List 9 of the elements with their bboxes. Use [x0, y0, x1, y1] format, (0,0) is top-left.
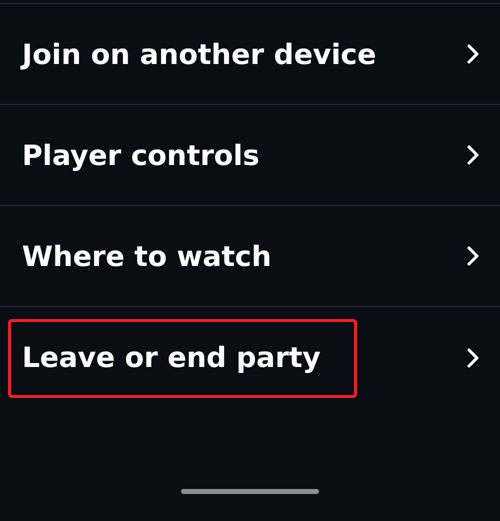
chevron-right-icon: [466, 245, 480, 267]
chevron-right-icon: [466, 43, 480, 65]
menu-item[interactable]: Join on another device: [0, 4, 500, 105]
menu-item[interactable]: Player controls: [0, 105, 500, 206]
chevron-right-icon: [466, 144, 480, 166]
chevron-right-icon: [466, 346, 480, 368]
home-indicator[interactable]: [181, 489, 319, 494]
menu-item[interactable]: Leave or end party: [0, 307, 500, 408]
menu-item[interactable]: Where to watch: [0, 206, 500, 307]
